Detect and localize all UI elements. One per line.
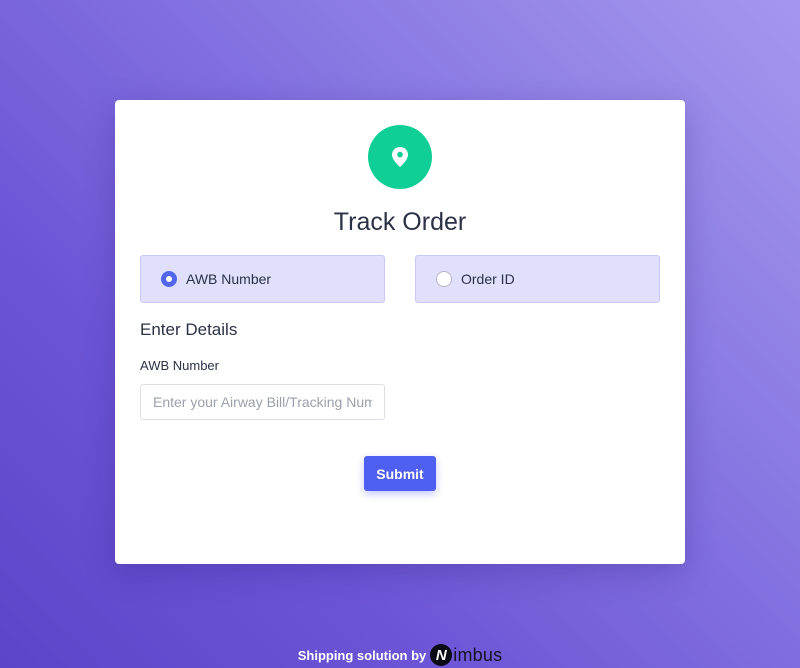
awb-number-label: AWB Number: [140, 358, 219, 373]
map-pin-icon: [368, 125, 432, 189]
nimbus-logo-text: imbus: [453, 644, 503, 665]
footer-text: Shipping solution by: [297, 647, 427, 663]
awb-number-input[interactable]: [140, 384, 385, 420]
radio-option-order-id[interactable]: Order ID: [415, 255, 660, 303]
radio-label-awb-number: AWB Number: [186, 271, 272, 287]
submit-button[interactable]: Submit: [364, 456, 436, 491]
section-title: Enter Details: [140, 320, 238, 339]
nimbus-logo[interactable]: N imbus: [430, 644, 502, 666]
radio-option-awb-number[interactable]: AWB Number: [140, 255, 385, 303]
nimbus-logo-mark: N: [430, 644, 453, 666]
footer: Shipping solution by N imbus: [0, 644, 800, 666]
radio-label-order-id: Order ID: [461, 271, 515, 287]
track-order-card: Track Order AWB Number Order ID Enter De…: [115, 100, 685, 564]
radio-button-order-id[interactable]: [436, 271, 452, 287]
page-title: Track Order: [333, 208, 467, 236]
radio-button-awb-number[interactable]: [161, 271, 177, 287]
